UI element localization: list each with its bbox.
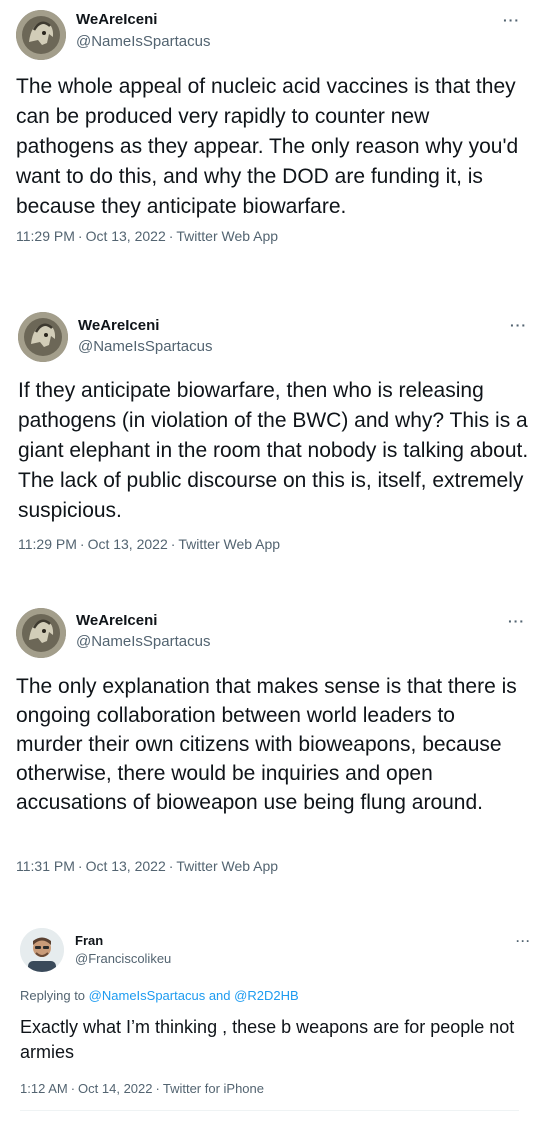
separator: ·: [77, 858, 83, 874]
helmet-avatar-icon: [18, 312, 68, 362]
tweet-time[interactable]: 11:31 PM: [16, 858, 75, 874]
tweet-timestamp[interactable]: 11:29 PM · Oct 13, 2022 · Twitter Web App: [16, 228, 278, 244]
tweet-text: If they anticipate biowarfare, then who …: [18, 379, 529, 522]
tweet-4[interactable]: Fran @Franciscolikeu ··· Replying to @Na…: [0, 918, 539, 1138]
more-options-icon[interactable]: ···: [508, 613, 525, 629]
separator: ·: [168, 858, 174, 874]
display-name[interactable]: WeAreIceni: [78, 317, 159, 334]
tweet-timestamp[interactable]: 1:12 AM · Oct 14, 2022 · Twitter for iPhone: [20, 1081, 264, 1096]
tweet-time[interactable]: 11:29 PM: [18, 536, 77, 552]
tweet-date[interactable]: Oct 13, 2022: [86, 858, 166, 874]
person-avatar-icon: [20, 928, 64, 972]
tweet-text: Exactly what I’m thinking , these b weap…: [20, 1017, 515, 1062]
tweet-date[interactable]: Oct 13, 2022: [86, 228, 166, 244]
avatar[interactable]: [20, 928, 64, 972]
avatar[interactable]: [16, 10, 66, 60]
user-handle[interactable]: @Franciscolikeu: [75, 951, 171, 966]
replying-to-label: Replying to: [20, 988, 86, 1003]
tweet-timestamp[interactable]: 11:29 PM · Oct 13, 2022 · Twitter Web App: [18, 536, 280, 552]
user-handle[interactable]: @NameIsSpartacus: [76, 633, 210, 650]
tweet-1[interactable]: WeAreIceni @NameIsSpartacus ··· The whol…: [0, 0, 539, 280]
tweet-3[interactable]: WeAreIceni @NameIsSpartacus ··· The only…: [0, 598, 539, 898]
separator: ·: [170, 536, 176, 552]
separator: ·: [79, 536, 85, 552]
more-options-icon[interactable]: ···: [516, 934, 531, 948]
more-options-icon[interactable]: ···: [503, 12, 520, 28]
helmet-avatar-icon: [16, 608, 66, 658]
tweet-text: The whole appeal of nucleic acid vaccine…: [16, 75, 519, 218]
reply-and-text: and: [208, 988, 231, 1003]
tweet-date[interactable]: Oct 13, 2022: [88, 536, 168, 552]
tweet-source[interactable]: Twitter for iPhone: [163, 1081, 264, 1096]
helmet-avatar-icon: [16, 10, 66, 60]
display-name[interactable]: WeAreIceni: [76, 612, 157, 629]
display-name[interactable]: Fran: [75, 933, 103, 948]
user-handle[interactable]: @NameIsSpartacus: [76, 33, 210, 50]
tweet-text: The only explanation that makes sense is…: [16, 675, 517, 814]
tweet-time[interactable]: 11:29 PM: [16, 228, 75, 244]
tweet-date[interactable]: Oct 14, 2022: [78, 1081, 152, 1096]
avatar[interactable]: [16, 608, 66, 658]
separator: ·: [155, 1081, 160, 1096]
separator: ·: [168, 228, 174, 244]
divider: [20, 1110, 519, 1111]
more-options-icon[interactable]: ···: [510, 317, 527, 333]
avatar[interactable]: [18, 312, 68, 362]
tweet-time[interactable]: 1:12 AM: [20, 1081, 68, 1096]
tweet-source[interactable]: Twitter Web App: [176, 858, 278, 874]
tweet-source[interactable]: Twitter Web App: [178, 536, 280, 552]
reply-mention-link[interactable]: @NameIsSpartacus: [89, 988, 206, 1003]
tweet-source[interactable]: Twitter Web App: [176, 228, 278, 244]
display-name[interactable]: WeAreIceni: [76, 11, 157, 28]
tweet-timestamp[interactable]: 11:31 PM · Oct 13, 2022 · Twitter Web App: [16, 858, 278, 874]
separator: ·: [70, 1081, 76, 1096]
tweet-2[interactable]: WeAreIceni @NameIsSpartacus ··· If they …: [0, 300, 539, 580]
user-handle[interactable]: @NameIsSpartacus: [78, 338, 212, 355]
separator: ·: [77, 228, 83, 244]
replying-to: Replying to @NameIsSpartacus and @R2D2HB: [20, 988, 299, 1003]
reply-mention-link[interactable]: @R2D2HB: [234, 988, 299, 1003]
